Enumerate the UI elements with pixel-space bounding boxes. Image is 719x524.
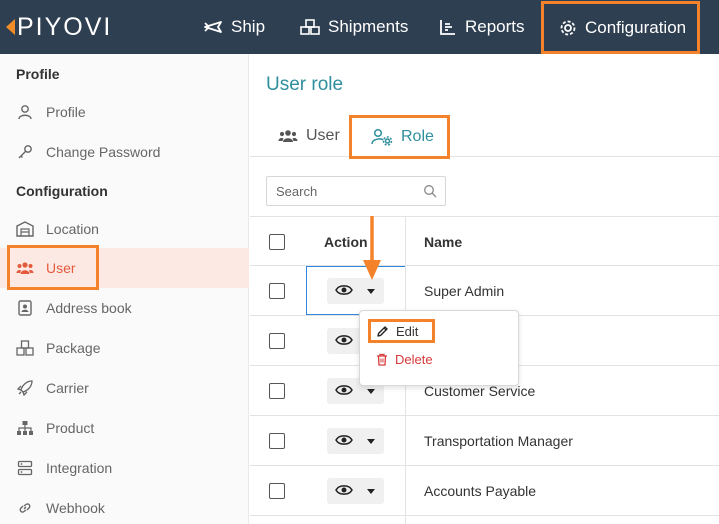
nav-configuration-label: Configuration [585, 17, 687, 37]
tab-role[interactable]: Role [349, 115, 450, 159]
action-dropdown-menu: Edit Delete [359, 310, 519, 386]
table-header: Action Name [250, 216, 719, 266]
top-nav-bar: PIYOVI Ship Shipments Reports Configurat… [0, 0, 719, 54]
piyovi-logo[interactable]: PIYOVI [6, 13, 112, 41]
tab-user-label: User [306, 126, 340, 144]
sidebar-section-profile: Profile [16, 66, 60, 82]
tab-bar: User Role [250, 114, 719, 159]
dropdown-caret-icon[interactable] [367, 489, 375, 494]
annotation-arrow-icon [363, 216, 381, 280]
eye-icon [335, 335, 353, 345]
action-button[interactable] [327, 478, 384, 504]
nav-shipments-label: Shipments [328, 17, 409, 36]
sidebar-item-product[interactable]: Product [0, 408, 249, 448]
dropdown-caret-icon[interactable] [367, 439, 375, 444]
package-icon [16, 339, 34, 357]
sidebar-item-label: Profile [46, 104, 86, 120]
main-content: User role User Role Search Action Name S [250, 54, 719, 524]
address-book-icon [16, 299, 34, 317]
search-icon [424, 185, 437, 198]
table-row: Accounts Payable [250, 466, 719, 516]
sidebar-item-package[interactable]: Package [0, 328, 249, 368]
nav-ship-label: Ship [231, 17, 266, 36]
column-header-name[interactable]: Name [424, 217, 462, 267]
sidebar-item-label: Package [46, 340, 101, 356]
eye-icon [335, 485, 353, 495]
dropdown-caret-icon[interactable] [367, 289, 375, 294]
nav-reports[interactable]: Reports [439, 0, 525, 54]
eye-icon [335, 285, 353, 295]
sidebar-item-change-password[interactable]: Change Password [0, 132, 249, 172]
pencil-icon [377, 325, 388, 337]
row-name: Transportation Manager [424, 433, 573, 449]
airplane-icon [204, 21, 222, 33]
dropdown-caret-icon[interactable] [367, 389, 375, 394]
row-checkbox[interactable] [269, 433, 285, 449]
bar-chart-icon [440, 20, 455, 35]
sidebar-item-label: Location [46, 221, 99, 237]
search-input[interactable]: Search [266, 176, 446, 206]
highlight-box [7, 245, 99, 290]
row-name: Accounts Payable [424, 483, 537, 499]
person-icon [16, 103, 34, 121]
users-icon [278, 129, 298, 142]
sidebar-item-label: Carrier [46, 380, 89, 396]
select-all-checkbox[interactable] [269, 234, 285, 250]
sidebar-item-webhook[interactable]: Webhook [0, 488, 249, 524]
sidebar-item-label: Product [46, 420, 95, 436]
sidebar-item-label: Address book [46, 300, 132, 316]
nav-configuration[interactable]: Configuration [541, 1, 700, 54]
logo-text: PIYOVI [17, 12, 113, 41]
tab-role-label: Role [401, 128, 434, 145]
boxes-icon [300, 19, 320, 35]
warehouse-icon [16, 220, 34, 238]
menu-item-delete[interactable]: Delete [368, 347, 433, 371]
nav-reports-label: Reports [465, 17, 525, 36]
nav-ship[interactable]: Ship [203, 0, 265, 54]
sidebar: Profile Profile Change Password Configur… [0, 54, 249, 524]
gear-icon [560, 20, 576, 35]
row-checkbox[interactable] [269, 283, 285, 299]
sidebar-item-profile[interactable]: Profile [0, 92, 249, 132]
search-placeholder: Search [276, 183, 318, 199]
sidebar-item-integration[interactable]: Integration [0, 448, 249, 488]
row-checkbox[interactable] [269, 483, 285, 499]
sidebar-item-user[interactable]: User [0, 245, 249, 290]
eye-icon [335, 385, 353, 395]
sidebar-item-label: Change Password [46, 144, 161, 160]
sidebar-item-location[interactable]: Location [0, 209, 249, 249]
table-row: Transportation Manager [250, 416, 719, 466]
action-button[interactable] [327, 428, 384, 454]
user-gear-icon [371, 128, 393, 146]
menu-item-edit-label: Edit [396, 323, 419, 339]
sidebar-item-address-book[interactable]: Address book [0, 288, 249, 328]
row-checkbox[interactable] [269, 333, 285, 349]
table-row: Super Admin [250, 266, 719, 316]
sidebar-item-carrier[interactable]: Carrier [0, 368, 249, 408]
hierarchy-icon [16, 419, 34, 437]
tab-user[interactable]: User [278, 114, 340, 157]
sidebar-item-label: Webhook [46, 500, 105, 516]
rocket-icon [16, 379, 34, 397]
nav-shipments[interactable]: Shipments [300, 0, 408, 54]
link-icon [16, 499, 34, 517]
trash-icon [377, 353, 387, 366]
logo-mark-icon [6, 19, 15, 35]
row-checkbox[interactable] [269, 383, 285, 399]
sidebar-section-configuration: Configuration [16, 183, 108, 199]
server-icon [16, 459, 34, 477]
eye-icon [335, 435, 353, 445]
menu-item-delete-label: Delete [395, 351, 433, 367]
sidebar-item-label: Integration [46, 460, 113, 476]
key-icon [16, 143, 34, 161]
page-title: User role [266, 74, 344, 95]
menu-item-edit[interactable]: Edit [368, 319, 435, 343]
row-name: Super Admin [424, 283, 505, 299]
